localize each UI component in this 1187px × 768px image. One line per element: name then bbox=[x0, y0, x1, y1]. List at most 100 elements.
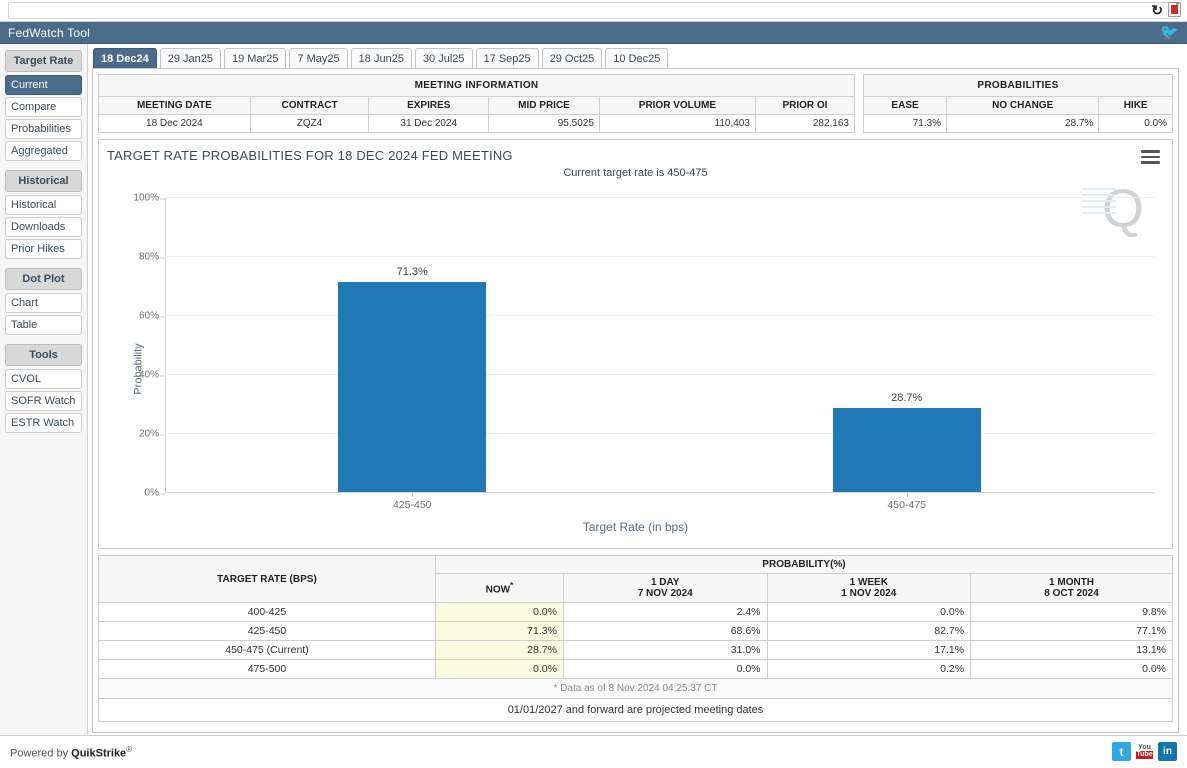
probability-cell-month: 77.1% bbox=[970, 621, 1173, 641]
y-axis-tick-label: 0% bbox=[144, 487, 166, 499]
tab-30-jul25[interactable]: 30 Jul25 bbox=[414, 48, 473, 68]
tab-19-mar25[interactable]: 19 Mar25 bbox=[223, 48, 287, 68]
probability-cell-week: 17.1% bbox=[766, 640, 972, 660]
probabilities-col-header: EASE bbox=[862, 96, 948, 115]
probability-cell-now: 0.0% bbox=[434, 659, 564, 679]
y-axis-tick-label: 100% bbox=[133, 192, 165, 204]
y-axis-tick-label: 60% bbox=[138, 310, 166, 322]
sidebar-item-chart[interactable]: Chart bbox=[5, 293, 82, 313]
title-bar: FedWatch Tool 🐦 bbox=[0, 22, 1187, 44]
sidebar-item-downloads[interactable]: Downloads bbox=[5, 217, 82, 237]
meeting-info-col-header: EXPIRES bbox=[368, 96, 490, 115]
y-axis-tick-label: 80% bbox=[138, 251, 166, 263]
registered-mark: ® bbox=[126, 744, 133, 754]
tab-29-oct25[interactable]: 29 Oct25 bbox=[541, 48, 603, 68]
address-bar[interactable] bbox=[8, 2, 1179, 19]
sidebar-group-tools: Tools bbox=[5, 344, 82, 366]
chart-bar[interactable] bbox=[338, 282, 487, 492]
body-wrapper: Target Rate Current Compare Probabilities Ag… bbox=[0, 44, 1187, 735]
sidebar-item-aggregated[interactable]: Aggregated bbox=[5, 141, 82, 161]
meeting-info-cell: 282,163 bbox=[754, 114, 856, 133]
probability-row-rate: 400-425 bbox=[98, 602, 436, 622]
probability-cell-month: 9.8% bbox=[970, 602, 1173, 622]
tab-7-may25[interactable]: 7 May25 bbox=[289, 48, 348, 68]
main-content: 18 Dec24 29 Jan25 19 Mar25 7 May25 18 Jun25 3… bbox=[88, 44, 1187, 735]
meeting-tabs: 18 Dec24 29 Jan25 19 Mar25 7 May25 18 Jun25 3… bbox=[92, 48, 1179, 68]
sidebar-item-sofr-watch[interactable]: SOFR Watch bbox=[5, 391, 82, 411]
sidebar-item-estr-watch[interactable]: ESTR Watch bbox=[5, 413, 82, 433]
probabilities-header: PROBABILITIES bbox=[863, 74, 1173, 97]
probability-cell-now: 0.0% bbox=[434, 602, 564, 622]
meeting-info-cell: 18 Dec 2024 bbox=[98, 114, 251, 133]
tab-17-sep25[interactable]: 17 Sep25 bbox=[475, 48, 539, 68]
sidebar-item-compare[interactable]: Compare bbox=[5, 97, 82, 117]
table-row: 425-450 71.3% 68.6% 82.7% 77.1% bbox=[98, 621, 1173, 641]
probabilities-col-header: HIKE bbox=[1098, 96, 1173, 115]
sidebar-item-probabilities[interactable]: Probabilities bbox=[5, 119, 82, 139]
twitter-icon[interactable]: t bbox=[1112, 742, 1131, 761]
sidebar-item-historical[interactable]: Historical bbox=[5, 195, 82, 215]
tab-18-dec24[interactable]: 18 Dec24 bbox=[93, 48, 157, 68]
meeting-info-column-headers: MEETING DATE CONTRACT EXPIRES MID PRICE PRIO… bbox=[98, 96, 856, 115]
sidebar-group-target-rate: Target Rate bbox=[5, 50, 82, 72]
meeting-info-header: MEETING INFORMATION bbox=[98, 74, 855, 97]
browser-top-strip: ↻ bbox=[0, 0, 1187, 22]
meeting-info-values: 18 Dec 2024 ZQZ4 31 Dec 2024 95.5025 110,403… bbox=[98, 114, 856, 133]
probability-row-rate: 475-500 bbox=[98, 659, 436, 679]
chart-plot-area: Probability Target Rate (in bps) 0% 20% 40… bbox=[99, 190, 1172, 548]
sidebar-item-prior-hikes[interactable]: Prior Hikes bbox=[5, 239, 82, 259]
sidebar-item-table[interactable]: Table bbox=[5, 315, 82, 335]
probability-cell-month: 0.0% bbox=[970, 659, 1173, 679]
sidebar-item-cvol[interactable]: CVOL bbox=[5, 369, 82, 389]
tab-10-dec25[interactable]: 10 Dec25 bbox=[605, 48, 669, 68]
meeting-info-cell: 31 Dec 2024 bbox=[368, 114, 490, 133]
probability-cell-week: 82.7% bbox=[766, 621, 972, 641]
twitter-icon[interactable]: 🐦 bbox=[1160, 25, 1179, 40]
youtube-icon[interactable]: You Tube bbox=[1135, 742, 1154, 761]
probabilities-values: 71.3% 28.7% 0.0% bbox=[862, 114, 1173, 133]
projected-dates-note: 01/01/2027 and forward are projected mee… bbox=[98, 698, 1173, 722]
meeting-info-cell: ZQZ4 bbox=[249, 114, 370, 133]
probabilities-cell: 0.0% bbox=[1098, 114, 1173, 133]
probabilities-col-header: NO CHANGE bbox=[946, 96, 1100, 115]
y-axis-tick-label: 40% bbox=[138, 369, 166, 381]
probability-cell-day: 31.0% bbox=[562, 640, 768, 660]
reload-icon[interactable]: ↻ bbox=[1151, 3, 1163, 17]
probabilities-cell: 71.3% bbox=[862, 114, 948, 133]
probability-cell-month: 13.1% bbox=[970, 640, 1173, 660]
probability-col-header: 1 DAY 7 NOV 2024 bbox=[562, 573, 768, 603]
chart-bar-slot: 28.7% 450-475 bbox=[660, 198, 1155, 511]
probability-group-header: PROBABILITY(%) bbox=[434, 555, 1174, 574]
hamburger-menu-icon[interactable] bbox=[1141, 150, 1160, 167]
content-panel: MEETING INFORMATION MEETING DATE CONTRACT… bbox=[92, 68, 1179, 733]
meeting-info-col-header: PRIOR VOLUME bbox=[598, 96, 756, 115]
x-axis-tick-label: 425-450 bbox=[392, 499, 432, 511]
info-tables-row: MEETING INFORMATION MEETING DATE CONTRACT… bbox=[98, 74, 1173, 133]
probability-cell-now: 28.7% bbox=[434, 640, 564, 660]
probability-cell-week: 0.0% bbox=[766, 602, 972, 622]
pdf-icon[interactable] bbox=[1168, 2, 1181, 17]
x-axis-label: Target Rate (in bps) bbox=[582, 520, 689, 534]
tab-29-jan25[interactable]: 29 Jan25 bbox=[159, 48, 221, 68]
probability-cell-week: 0.2% bbox=[766, 659, 972, 679]
chart-subtitle: Current target rate is 450-475 bbox=[563, 167, 708, 179]
fedwatch-app: ↻ FedWatch Tool 🐦 Target Rate Current Comp… bbox=[0, 0, 1187, 768]
probability-col-header: NOW* bbox=[434, 573, 564, 603]
table-row: 475-500 0.0% 0.0% 0.2% 0.0% bbox=[98, 659, 1173, 679]
probability-breakdown-table: TARGET RATE (BPS) PROBABILITY(%) NOW* 1 D… bbox=[98, 555, 1174, 722]
sidebar-group-historical: Historical bbox=[5, 170, 82, 192]
meeting-info-col-header: MEETING DATE bbox=[98, 96, 251, 115]
probability-cell-day: 68.6% bbox=[562, 621, 768, 641]
sidebar-item-current[interactable]: Current bbox=[5, 75, 82, 95]
x-axis-tick-label: 450-475 bbox=[887, 499, 927, 511]
probability-col-header: 1 MONTH 8 OCT 2024 bbox=[970, 573, 1173, 603]
probability-row-rate: 450-475 (Current) bbox=[98, 640, 436, 660]
chart-title: TARGET RATE PROBABILITIES FOR 18 DEC 202… bbox=[107, 148, 513, 163]
linkedin-icon[interactable]: in bbox=[1158, 742, 1177, 761]
probabilities-summary-table: PROBABILITIES EASE NO CHANGE HIKE 71.3% 28.… bbox=[862, 74, 1173, 133]
meeting-info-col-header: PRIOR OI bbox=[754, 96, 856, 115]
chart-bar[interactable] bbox=[832, 407, 981, 492]
page-title: FedWatch Tool bbox=[8, 25, 90, 40]
tab-18-jun25[interactable]: 18 Jun25 bbox=[350, 48, 412, 68]
footer: Powered by QuikStrike® t You Tube in bbox=[0, 735, 1187, 768]
